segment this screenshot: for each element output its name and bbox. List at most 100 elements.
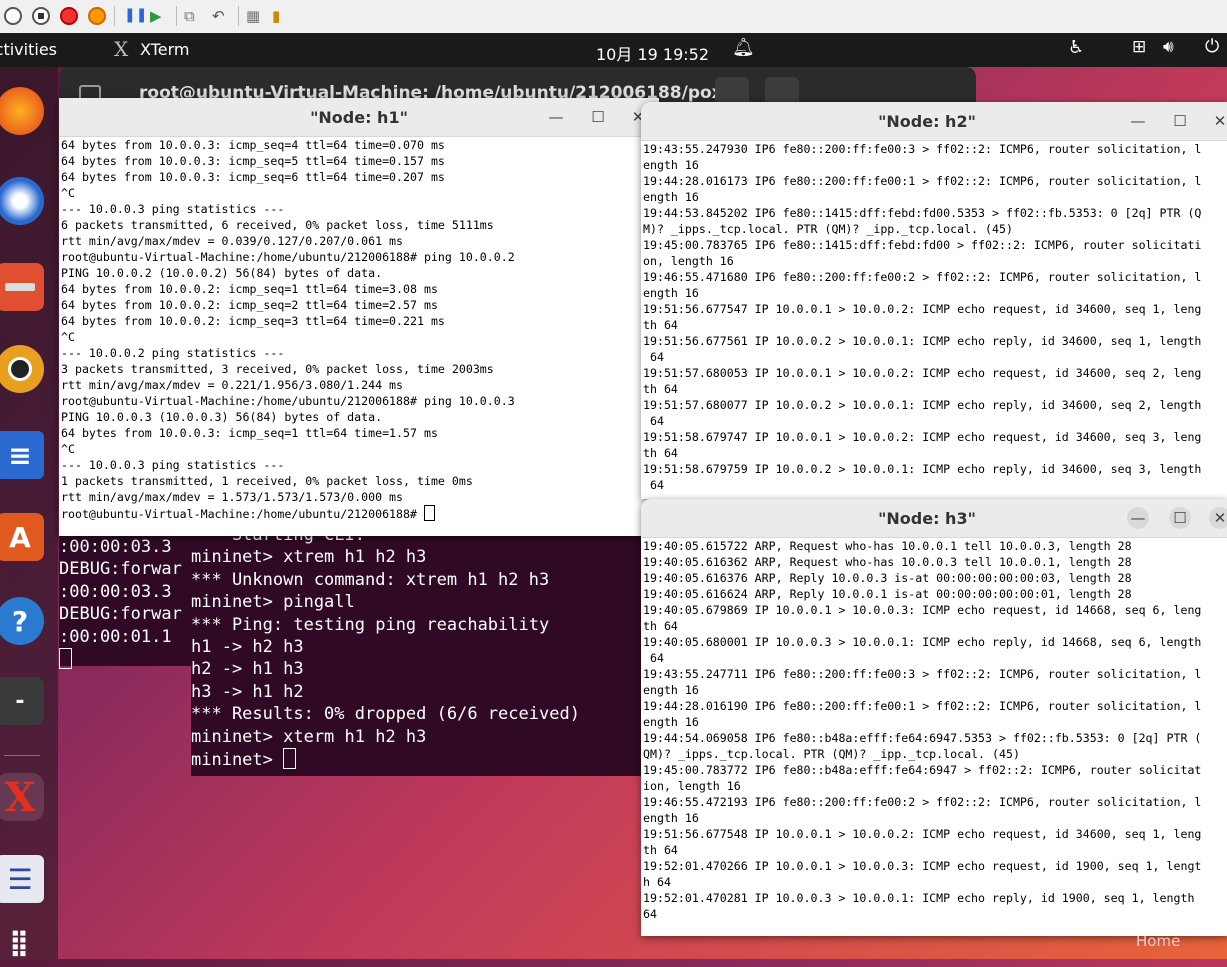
terminal-line: 19:44:28.016173 IP6 fe80::200:ff:fe00:1 …: [643, 174, 1202, 188]
prompt-text: mininet>: [191, 750, 284, 771]
terminal-line: 64 bytes from 10.0.0.3: icmp_seq=6 ttl=6…: [61, 170, 445, 184]
terminal-line: 19:52:01.470281 IP 10.0.0.3 > 10.0.0.1: …: [643, 891, 1195, 905]
terminal-line: --- 10.0.0.3 ping statistics ---: [61, 202, 285, 216]
terminal-line: th 64: [643, 446, 678, 460]
terminal-line: h2 -> h1 h3: [191, 659, 304, 680]
volume-icon[interactable]: 🔊︎: [1163, 37, 1174, 57]
maximize-icon[interactable]: ☐: [1169, 507, 1191, 529]
shutdown-icon[interactable]: [60, 7, 78, 25]
activities-button[interactable]: Activities: [0, 40, 57, 59]
title-bar[interactable]: "Node: h1" — ☐ ✕: [59, 98, 659, 137]
accessibility-icon[interactable]: ♿︎: [1068, 37, 1084, 58]
terminal-line: 19:44:53.845202 IP6 fe80::1415:dff:febd:…: [643, 206, 1202, 220]
terminal-line: 64 bytes from 10.0.0.3: icmp_seq=1 ttl=6…: [61, 426, 438, 440]
terminal-line: M)? _ipps._tcp.local. PTR (QM)? _ipp._tc…: [643, 222, 1013, 236]
terminal-line: ength 16: [643, 158, 699, 172]
close-icon[interactable]: ✕: [1209, 110, 1227, 132]
rhythmbox-icon[interactable]: [0, 345, 44, 393]
prompt-line[interactable]: root@ubuntu-Virtual-Machine:/home/ubuntu…: [61, 505, 657, 522]
writer-icon[interactable]: ≡: [0, 431, 44, 479]
snapshot-icon[interactable]: ⧉: [184, 7, 202, 25]
home-desktop-label[interactable]: Home: [1136, 932, 1180, 950]
terminal-line: ^C: [61, 186, 75, 200]
terminal-line: ion, length 16: [643, 779, 741, 793]
text-editor-icon[interactable]: ☰: [0, 855, 44, 903]
terminal-line: QM)? _ipps._tcp.local. PTR (QM)? _ipp._t…: [643, 747, 1020, 761]
reset-icon[interactable]: [88, 7, 106, 25]
xterm-h3-window[interactable]: "Node: h3" — ☐ ✕ 19:40:05.615722 ARP, Re…: [641, 499, 1227, 936]
terminal-line: 3 packets transmitted, 3 received, 0% pa…: [61, 362, 494, 376]
text-cursor: [423, 505, 435, 521]
terminal-line: 19:52:01.470266 IP 10.0.0.1 > 10.0.0.3: …: [643, 859, 1202, 873]
terminal-line: th 64: [643, 619, 678, 633]
firefox-icon[interactable]: [0, 87, 44, 135]
help-icon[interactable]: ?: [0, 597, 44, 645]
terminal-line: h 64: [643, 875, 671, 889]
power-icon[interactable]: [4, 7, 22, 25]
app-menu[interactable]: XTerm: [140, 40, 189, 59]
stop-icon[interactable]: [32, 7, 50, 25]
terminal-icon[interactable]: -: [0, 677, 44, 725]
maximize-icon[interactable]: ☐: [587, 106, 609, 128]
terminal-line: h3 -> h1 h2: [191, 681, 304, 702]
title-bar[interactable]: "Node: h3" — ☐ ✕: [641, 499, 1227, 538]
terminal-output[interactable]: 19:40:05.615722 ARP, Request who-has 10.…: [641, 537, 1227, 936]
terminal-line: 19:40:05.616362 ARP, Request who-has 10.…: [643, 555, 1132, 569]
terminal-line: 19:51:58.679747 IP 10.0.0.1 > 10.0.0.2: …: [643, 430, 1202, 444]
terminal-line: *** Ping: testing ping reachability: [191, 614, 550, 635]
xterm-h2-window[interactable]: "Node: h2" — ☐ ✕ 19:43:55.247930 IP6 fe8…: [641, 102, 1227, 499]
minimize-icon[interactable]: —: [545, 106, 567, 128]
minimize-icon[interactable]: —: [1127, 110, 1149, 132]
terminal-line: ength 16: [643, 286, 699, 300]
enhanced-session-icon[interactable]: ▦: [246, 7, 264, 25]
share-icon[interactable]: ▮: [272, 7, 290, 25]
clock[interactable]: 10月 19 19:52: [596, 41, 709, 65]
terminal-line: root@ubuntu-Virtual-Machine:/home/ubuntu…: [61, 394, 515, 408]
xterm-h1-window[interactable]: "Node: h1" — ☐ ✕ 64 bytes from 10.0.0.3:…: [59, 98, 659, 536]
power-menu-icon[interactable]: ⏻: [1205, 36, 1219, 57]
thunderbird-icon[interactable]: [0, 177, 44, 225]
terminal-output[interactable]: 19:43:55.247930 IP6 fe80::200:ff:fe00:3 …: [641, 140, 1227, 499]
title-bar[interactable]: "Node: h2" — ☐ ✕: [641, 102, 1227, 141]
terminal-line: 1 packets transmitted, 1 received, 0% pa…: [61, 474, 473, 488]
terminal-line: ength 16: [643, 190, 699, 204]
terminal-line: 64 bytes from 10.0.0.2: icmp_seq=2 ttl=6…: [61, 298, 438, 312]
pause-icon[interactable]: ❚❚: [124, 7, 147, 25]
network-icon[interactable]: ⊞: [1132, 37, 1146, 57]
prompt-text: root@ubuntu-Virtual-Machine:/home/ubuntu…: [61, 507, 424, 521]
play-icon[interactable]: ▶: [150, 7, 168, 25]
files-icon[interactable]: [0, 263, 44, 311]
terminal-line: ^C: [61, 442, 75, 456]
terminal-line: 64 bytes from 10.0.0.2: icmp_seq=3 ttl=6…: [61, 314, 445, 328]
show-apps-icon[interactable]: ⣿: [0, 919, 44, 967]
software-icon[interactable]: A: [0, 513, 44, 561]
text-cursor: [59, 648, 72, 670]
minimize-icon[interactable]: —: [1127, 507, 1149, 529]
mininet-terminal[interactable]: *** Starting CLI:mininet> xtrem h1 h2 h3…: [191, 525, 641, 776]
terminal-line: PING 10.0.0.3 (10.0.0.3) 56(84) bytes of…: [61, 410, 383, 424]
xterm-dock-icon[interactable]: X: [0, 773, 44, 821]
terminal-line: mininet> xtrem h1 h2 h3: [191, 547, 427, 568]
terminal-line: 64: [643, 651, 664, 665]
terminal-line: ength 16: [643, 715, 699, 729]
terminal-line: 19:51:56.677548 IP 10.0.0.1 > 10.0.0.2: …: [643, 827, 1202, 841]
prompt-line[interactable]: mininet>: [191, 748, 641, 771]
terminal-line: 6 packets transmitted, 6 received, 0% pa…: [61, 218, 494, 232]
terminal-line: 19:46:55.471680 IP6 fe80::200:ff:fe00:2 …: [643, 270, 1202, 284]
terminal-line: root@ubuntu-Virtual-Machine:/home/ubuntu…: [61, 250, 515, 264]
terminal-line: rtt min/avg/max/mdev = 1.573/1.573/1.573…: [61, 490, 404, 504]
terminal-line: 19:40:05.616624 ARP, Reply 10.0.0.1 is-a…: [643, 587, 1132, 601]
terminal-line: 19:40:05.616376 ARP, Reply 10.0.0.3 is-a…: [643, 571, 1132, 585]
revert-icon[interactable]: ↶: [212, 7, 230, 25]
terminal-line: 19:45:00.783765 IP6 fe80::1415:dff:febd:…: [643, 238, 1202, 252]
maximize-icon[interactable]: ☐: [1169, 110, 1191, 132]
terminal-line: th 64: [643, 382, 678, 396]
bell-icon[interactable]: 🔔︎: [732, 37, 755, 58]
terminal-line: on, length 16: [643, 254, 734, 268]
terminal-line: ength 16: [643, 811, 699, 825]
terminal-line: rtt min/avg/max/mdev = 0.221/1.956/3.080…: [61, 378, 404, 392]
terminal-line: 64: [643, 478, 664, 492]
terminal-line: 19:51:57.680053 IP 10.0.0.1 > 10.0.0.2: …: [643, 366, 1202, 380]
terminal-output[interactable]: 64 bytes from 10.0.0.3: icmp_seq=4 ttl=6…: [59, 136, 659, 536]
close-icon[interactable]: ✕: [1209, 507, 1227, 529]
